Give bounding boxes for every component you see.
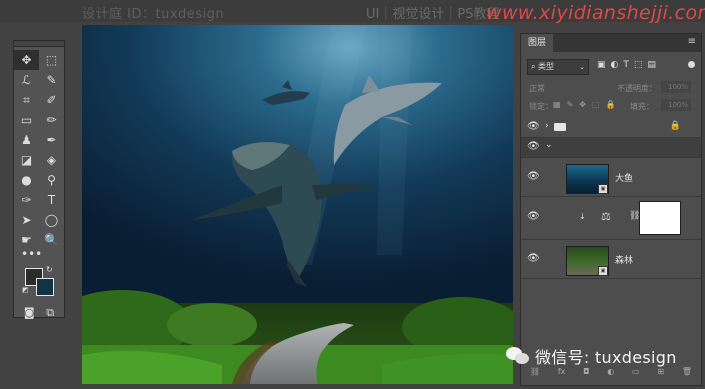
lock-row: 锁定： ▦ ✎ ✥ ⬚ 🔒 填充： 100%: [521, 98, 701, 114]
visibility-eye-icon[interactable]: 👁: [527, 121, 540, 132]
smart-object-badge-icon: ▣: [598, 184, 608, 194]
color-swatches: ◩ ↻: [14, 264, 64, 304]
lock-icons: ▦ ✎ ✥ ⬚ 🔒: [553, 100, 616, 109]
filter-toggle[interactable]: [688, 61, 695, 68]
layer-mask-thumbnail[interactable]: [639, 201, 681, 235]
visibility-eye-icon[interactable]: 👁: [527, 253, 540, 264]
quick-select-icon[interactable]: ✎: [39, 70, 64, 90]
lock-all-icon[interactable]: 🔒: [606, 100, 616, 109]
layers-list: 👁 › 🔒 👁 ⌄ 👁 ▣ 大鱼 👁 ↓ ⚖ ⛓ 👁 ▣ 森林: [521, 118, 701, 279]
default-colors-icon[interactable]: ◩: [22, 286, 29, 294]
lock-label: 锁定：: [529, 102, 553, 111]
filter-icons: ▣ ◐ T ⬚ ▤: [597, 60, 656, 70]
chevron-down-icon: ⌄: [579, 63, 585, 71]
layers-panel: 图层 ≡ ⌕ 类型 ⌄ ▣ ◐ T ⬚ ▤ 正常 不透明度： 100% 锁定： …: [520, 33, 702, 386]
path-select-icon[interactable]: ➤: [14, 210, 39, 230]
search-icon: ⌕: [531, 62, 536, 71]
frame-icon[interactable]: ▭: [14, 110, 39, 130]
stamp-icon[interactable]: ♟: [14, 130, 39, 150]
smart-object-badge-icon: ▣: [598, 266, 608, 276]
panel-menu-icon[interactable]: ≡: [688, 36, 696, 47]
lock-icon: 🔒: [669, 121, 681, 131]
visibility-eye-icon[interactable]: 👁: [527, 171, 540, 182]
wechat-watermark: 微信号: tuxdesign: [506, 345, 677, 367]
trash-icon[interactable]: 🗑: [682, 367, 692, 381]
history-brush-icon[interactable]: ✒: [39, 130, 64, 150]
lock-paint-icon[interactable]: ✎: [567, 100, 574, 109]
clip-arrow-icon: ↓: [579, 212, 586, 221]
filter-pixel-icon[interactable]: ▣: [597, 60, 606, 70]
lasso-icon[interactable]: ℒ: [14, 70, 39, 90]
folder-icon: [554, 123, 566, 131]
bucket-icon[interactable]: ◈: [39, 150, 64, 170]
document-canvas[interactable]: [82, 25, 513, 384]
tab-layers[interactable]: 图层: [521, 34, 553, 52]
lock-artboard-icon[interactable]: ⬚: [592, 100, 600, 109]
mask-icon[interactable]: ◘: [583, 367, 589, 381]
brush-icon[interactable]: ✏: [39, 110, 64, 130]
layer-adjustment[interactable]: 👁 ↓ ⚖ ⛓: [521, 197, 701, 240]
wechat-icon: [506, 347, 530, 365]
pen-icon[interactable]: ✑: [14, 190, 39, 210]
watermark-url: www.xiyidianshejji.com: [486, 2, 705, 24]
layer-filter-row: ⌕ 类型 ⌄ ▣ ◐ T ⬚ ▤: [521, 58, 701, 76]
layer-group-expanded[interactable]: 👁 ⌄: [521, 138, 701, 158]
filter-type-icon[interactable]: T: [623, 60, 629, 70]
adjustment-icon[interactable]: ◐: [607, 367, 614, 381]
fill-label: 填充：: [630, 102, 654, 111]
link-icon[interactable]: ⛓: [530, 367, 540, 381]
layer-big-fish[interactable]: 👁 ▣ 大鱼: [521, 158, 701, 197]
filter-shape-icon[interactable]: ⬚: [634, 60, 643, 70]
folder-icon[interactable]: ▭: [632, 367, 640, 381]
visibility-eye-icon[interactable]: 👁: [527, 141, 540, 152]
swap-colors-icon[interactable]: ↻: [46, 265, 53, 274]
eraser-icon[interactable]: ◪: [14, 150, 39, 170]
fill-input[interactable]: 100%: [661, 99, 691, 111]
layer-name[interactable]: 大鱼: [615, 171, 633, 184]
tools-bottom-row: ◙ ⧉: [14, 304, 64, 322]
canvas-artwork: [82, 25, 513, 384]
tools-grid: ✥ ⬚ ℒ ✎ ⌗ ✐ ▭ ✏ ♟ ✒ ◪ ◈ ● ⚲ ✑ T ➤ ◯ ☛ 🔍: [14, 47, 64, 250]
lock-pixels-icon[interactable]: ▦: [553, 100, 561, 109]
more-tools-icon[interactable]: •••: [14, 248, 64, 264]
chevron-right-icon[interactable]: ›: [545, 121, 549, 131]
wechat-id-label: 微信号: tuxdesign: [535, 348, 677, 367]
opacity-label: 不透明度：: [617, 84, 657, 93]
move-icon[interactable]: ✥: [14, 50, 39, 70]
dodge-icon[interactable]: ⚲: [39, 170, 64, 190]
lock-position-icon[interactable]: ✥: [579, 100, 586, 109]
chevron-down-icon[interactable]: ⌄: [545, 140, 553, 150]
filter-kind-value: 类型: [538, 62, 555, 71]
blend-row: 正常 不透明度： 100%: [521, 80, 701, 96]
layer-forest[interactable]: 👁 ▣ 森林: [521, 240, 701, 279]
layers-panel-footer: ⛓ fx ◘ ◐ ▭ ⊞ 🗑: [521, 367, 701, 381]
marquee-icon[interactable]: ⬚: [39, 50, 64, 70]
ellipse-icon[interactable]: ◯: [39, 210, 64, 230]
tools-panel: ✥ ⬚ ℒ ✎ ⌗ ✐ ▭ ✏ ♟ ✒ ◪ ◈ ● ⚲ ✑ T ➤ ◯ ☛ 🔍 ••• ◩ ↻ ◙ ⧉: [13, 40, 65, 319]
site-label: UI｜视觉设计｜PS教程: [366, 7, 500, 22]
designer-id-label: 设计庭 ID：tuxdesign: [82, 7, 225, 22]
filter-smart-object-icon[interactable]: ▤: [647, 60, 656, 70]
layer-group-collapsed[interactable]: 👁 › 🔒: [521, 118, 701, 138]
blur-icon[interactable]: ●: [14, 170, 39, 190]
eyedropper-icon[interactable]: ✐: [39, 90, 64, 110]
filter-adjustment-icon[interactable]: ◐: [611, 60, 619, 70]
new-layer-icon[interactable]: ⊞: [657, 367, 664, 381]
layer-name[interactable]: 森林: [615, 253, 633, 266]
opacity-input[interactable]: 100%: [661, 81, 691, 93]
fx-icon[interactable]: fx: [558, 367, 566, 381]
background-color-swatch[interactable]: [36, 278, 54, 296]
crop-icon[interactable]: ⌗: [14, 90, 39, 110]
panel-tab-bar: 图层 ≡: [521, 34, 701, 52]
balance-adjustment-icon: ⚖: [601, 210, 611, 223]
type-icon[interactable]: T: [39, 190, 64, 210]
visibility-eye-icon[interactable]: 👁: [527, 211, 540, 222]
filter-kind-select[interactable]: ⌕ 类型 ⌄: [527, 59, 589, 75]
blend-mode-select[interactable]: 正常: [529, 83, 545, 94]
quick-mask-icon[interactable]: ◙: [24, 306, 35, 320]
zoom-icon[interactable]: 🔍: [39, 230, 64, 250]
screen-mode-icon[interactable]: ⧉: [46, 306, 54, 320]
